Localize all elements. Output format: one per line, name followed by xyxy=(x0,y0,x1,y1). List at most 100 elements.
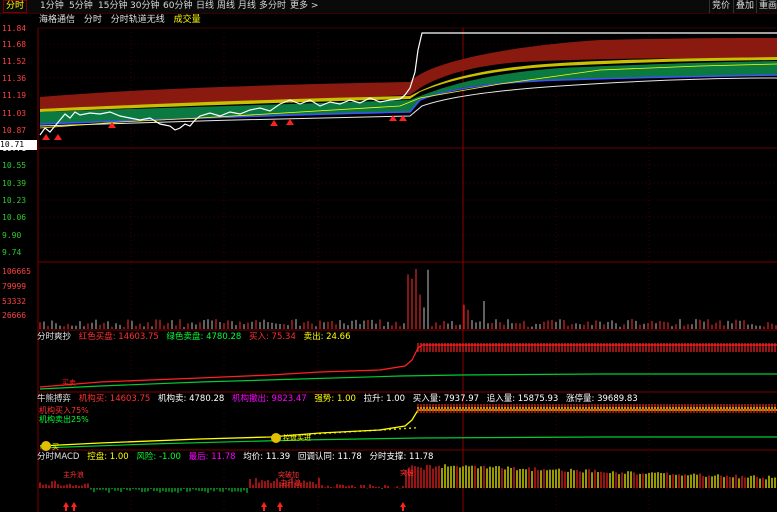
panel2-dot xyxy=(591,407,593,409)
panel2-dot xyxy=(314,433,316,435)
panel2-dot xyxy=(618,407,620,409)
price-tick: 11.84 xyxy=(2,24,26,33)
panel2-dot xyxy=(651,407,653,409)
panel2-dot xyxy=(354,430,356,433)
price-tick: 11.36 xyxy=(2,74,26,83)
panel2-dot xyxy=(720,407,722,409)
panel1-green-line xyxy=(39,373,777,390)
panel2-lift: 拉升: 1.00 xyxy=(363,394,406,404)
panel2-dot xyxy=(379,429,381,431)
panel2-dot xyxy=(444,407,446,409)
panel2-dot xyxy=(567,407,569,409)
panel2-inst-buy: 机构买: 14603.75 xyxy=(78,394,151,404)
panel2-buy-vol: 买入量: 7937.97 xyxy=(412,394,480,404)
panel2-dot xyxy=(570,407,572,409)
panel2-dot xyxy=(409,427,411,430)
panel2-dot xyxy=(426,407,428,409)
panel2-title[interactable]: 牛熊搏弈 xyxy=(37,394,71,404)
panel2-bubble1-label: 买 xyxy=(52,443,59,451)
panel2-dot xyxy=(349,430,351,433)
panel2-dot xyxy=(708,407,710,409)
panel2-dot xyxy=(507,407,509,409)
panel1-title[interactable]: 分时爽抄 xyxy=(37,332,71,342)
panel2-dot xyxy=(432,407,434,409)
panel2-dot xyxy=(702,407,704,409)
panel2-dot xyxy=(582,407,584,409)
panel2-dot xyxy=(654,407,656,409)
panel2-dot xyxy=(471,407,473,409)
panel2-dot xyxy=(639,407,641,409)
panel2-dot xyxy=(612,407,614,409)
panel2-dot xyxy=(516,407,518,409)
panel2-limit-vol: 涨停量: 39689.83 xyxy=(566,394,638,404)
buy-arrow-icon xyxy=(54,134,62,140)
panel2-dot xyxy=(624,407,626,409)
panel2-dot xyxy=(726,407,728,409)
panel2-inst-exit: 机构撤出: 9823.47 xyxy=(231,394,307,404)
panel2-dot xyxy=(438,407,440,409)
panel2-dot xyxy=(762,407,764,409)
panel3-risk: 风险: -1.00 xyxy=(136,452,181,462)
panel2-dot xyxy=(389,428,391,431)
panel2-dot xyxy=(561,407,563,409)
panel2-inst-sell: 机构卖: 4780.28 xyxy=(158,394,225,404)
panel2-dot xyxy=(564,407,566,409)
panel2-dot xyxy=(594,407,596,409)
panel2-dot xyxy=(642,407,644,409)
panel2-dot xyxy=(660,407,662,409)
panel2-dot xyxy=(771,407,773,409)
panel2-dot xyxy=(329,432,331,434)
panel2-dot xyxy=(627,407,629,409)
panel2-dot xyxy=(663,407,665,409)
panel2-dot xyxy=(621,407,623,409)
current-price-marker: 10.71 xyxy=(0,140,37,150)
panel2-dot xyxy=(753,407,755,409)
macd-tag-4: 突破 xyxy=(400,469,414,477)
price-tick: 9.90 xyxy=(2,231,21,240)
panel2-dot xyxy=(414,427,416,429)
buy-bubble-icon[interactable] xyxy=(41,441,51,451)
panel2-dot xyxy=(687,407,689,409)
panel2-yellow-line xyxy=(39,409,777,447)
panel2-dot xyxy=(630,407,632,409)
panel2-dot xyxy=(399,427,401,430)
panel2-dot xyxy=(558,407,560,409)
panel2-dot xyxy=(690,407,692,409)
panel2-dot xyxy=(714,407,716,409)
panel2-dot xyxy=(534,407,536,409)
panel3-control: 控盘: 1.00 xyxy=(87,452,129,462)
panel3-support: 分时支撑: 11.78 xyxy=(369,452,434,462)
panel2-dot xyxy=(675,407,677,409)
panel2-dot xyxy=(456,407,458,409)
price-tick: 11.19 xyxy=(2,91,26,100)
panel2-dot xyxy=(615,407,617,409)
panel2-dot xyxy=(696,407,698,409)
panel2-dot xyxy=(543,407,545,409)
volume-tick: 53332 xyxy=(2,297,26,306)
panel2-dot xyxy=(588,407,590,409)
panel2-dot xyxy=(453,407,455,409)
panel3-title[interactable]: 分时MACD xyxy=(37,452,79,462)
panel2-dot xyxy=(459,407,461,409)
panel2-dot xyxy=(537,407,539,409)
panel2-dot xyxy=(678,407,680,409)
price-tick: 11.03 xyxy=(2,109,26,118)
buy-arrow-icon xyxy=(286,119,294,125)
panel2-dot xyxy=(600,407,602,409)
hold-buy-bubble-icon[interactable] xyxy=(271,433,281,443)
panel2-dot xyxy=(648,407,650,409)
panel2-dot xyxy=(657,407,659,409)
panel2-dot xyxy=(579,407,581,409)
price-tick: 10.23 xyxy=(2,196,26,205)
panel2-dot xyxy=(768,407,770,409)
macd-arrow-icon xyxy=(277,502,283,511)
panel2-dot xyxy=(450,407,452,409)
panel2-dot xyxy=(486,407,488,409)
panel2-dot xyxy=(447,407,449,409)
chart-canvas: 11.84 11.68 11.52 11.36 11.19 11.03 10.87 10.71… xyxy=(2,24,777,512)
panel2-dot xyxy=(609,407,611,409)
panel2-dot xyxy=(510,407,512,409)
panel2-dot xyxy=(549,407,551,409)
panel2-dot xyxy=(513,407,515,409)
panel2-dot xyxy=(717,407,719,409)
